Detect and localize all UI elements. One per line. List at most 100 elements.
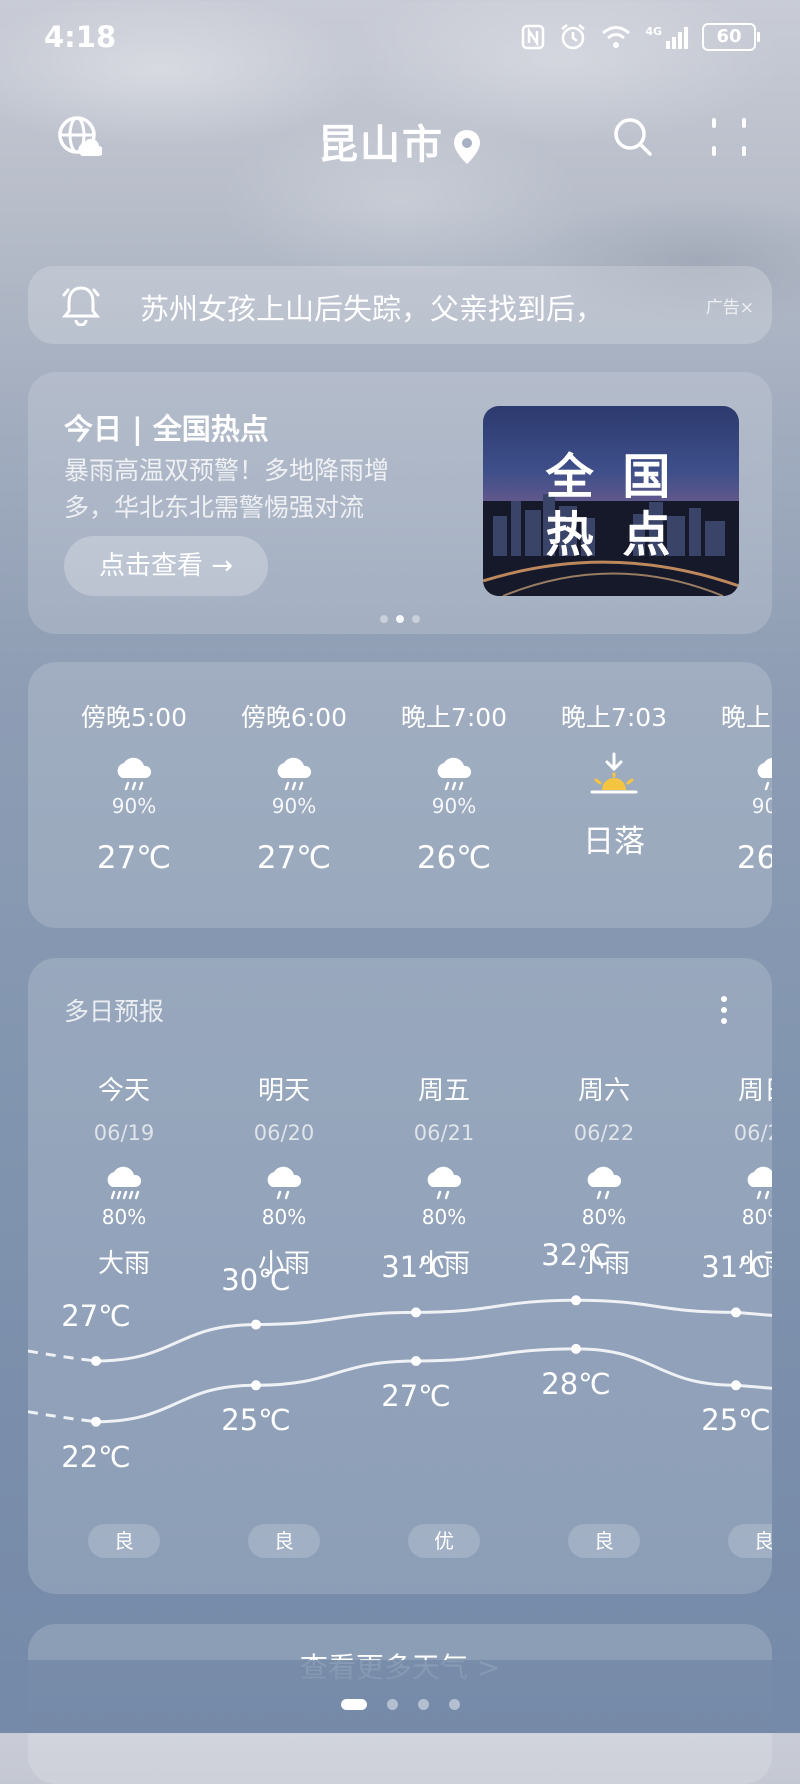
high-temp-point: [251, 1319, 261, 1330]
carousel-dots: [28, 608, 772, 627]
battery-icon: 60: [702, 23, 760, 51]
high-temp-point: [571, 1295, 581, 1306]
location-pin-icon: [454, 130, 480, 164]
rain-cloud-icon: [437, 757, 472, 791]
hour-temp: 日落: [583, 824, 645, 860]
hour-precip: 90%: [431, 794, 477, 818]
search-icon[interactable]: [612, 116, 654, 158]
hour-item[interactable]: 傍晚5:00 90% 27℃: [54, 698, 214, 876]
low-temp-label: 22℃: [61, 1439, 131, 1474]
city-name: 昆山市: [318, 122, 444, 168]
high-temp-point: [731, 1307, 741, 1318]
light-rain-icon: [587, 1166, 622, 1200]
view-button[interactable]: 点击查看 →: [64, 536, 268, 596]
high-temp-point: [91, 1356, 101, 1366]
day-date: 06/22: [573, 1121, 635, 1145]
rain-cloud-icon: [117, 757, 152, 791]
low-temp-point: [411, 1356, 421, 1366]
ad-close-label[interactable]: 广告×: [706, 293, 754, 318]
hour-time: 傍晚5:00: [80, 703, 188, 732]
day-date: 06/21: [413, 1121, 475, 1145]
more-options-icon[interactable]: [718, 994, 730, 1026]
low-temp-label: 25℃: [221, 1403, 291, 1438]
high-temp-label: 31℃: [381, 1250, 451, 1285]
light-rain-icon: [747, 1166, 772, 1200]
hour-time: 傍晚6:00: [240, 703, 348, 732]
low-temp-lead: [28, 1410, 97, 1424]
hot-title: 今日 | 全国热点: [64, 412, 269, 446]
aqi-badge[interactable]: 良: [728, 1524, 772, 1558]
day-date: 06/19: [93, 1121, 155, 1145]
news-headline[interactable]: 苏州女孩上山后失踪，父亲找到后，: [140, 286, 680, 328]
hour-precip: 90%: [111, 794, 157, 818]
city-title[interactable]: 昆山市: [0, 112, 800, 170]
high-temp-label: 32℃: [541, 1238, 611, 1273]
day-precip: 80%: [261, 1205, 307, 1229]
hour-item[interactable]: 晚上8:00 90% 26℃: [694, 698, 772, 876]
day-name: 周日: [737, 1076, 772, 1106]
low-temp-label: 28℃: [541, 1366, 611, 1401]
rain-cloud-icon: [277, 757, 312, 791]
day-item[interactable]: 周日 06/23 80% 小雨: [684, 1070, 772, 1280]
aqi-badge[interactable]: 良: [568, 1524, 640, 1558]
aqi-badge[interactable]: 优: [408, 1524, 480, 1558]
day-name: 周六: [577, 1076, 630, 1106]
hot-topics-card[interactable]: 今日 | 全国热点 暴雨高温双预警！多地降雨增多，华北东北需警惕强对流 点击查看…: [28, 372, 772, 634]
heavy-rain-icon: [107, 1166, 142, 1200]
low-temp-point: [571, 1343, 581, 1354]
day-date: 06/20: [253, 1121, 315, 1145]
status-time: 4:18: [44, 20, 117, 54]
low-temp-label: 25℃: [701, 1403, 771, 1438]
hour-temp: 27℃: [96, 840, 172, 876]
rain-cloud-icon: [757, 757, 772, 791]
day-item[interactable]: 明天 06/20 80% 小雨: [204, 1070, 364, 1280]
day-item[interactable]: 今天 06/19 80% 大雨: [44, 1070, 204, 1280]
high-temp-line: [95, 1298, 772, 1363]
low-temp-point: [251, 1380, 261, 1391]
page-indicator: [0, 1694, 800, 1713]
light-rain-icon: [427, 1166, 462, 1200]
high-temp-label: 31℃: [701, 1250, 771, 1285]
hour-temp: 27℃: [256, 840, 332, 876]
aqi-badge[interactable]: 良: [248, 1524, 320, 1558]
hour-precip: 90%: [271, 794, 317, 818]
hour-item[interactable]: 晚上7:00 90% 26℃: [374, 698, 534, 876]
hour-item[interactable]: 晚上7:03 日落: [534, 698, 694, 861]
day-precip: 80%: [101, 1205, 147, 1229]
day-date: 06/23: [733, 1121, 772, 1145]
hour-time: 晚上7:00: [400, 703, 508, 732]
day-precip: 80%: [421, 1205, 467, 1229]
news-ticker[interactable]: 苏州女孩上山后失踪，父亲找到后， 广告×: [28, 266, 772, 344]
high-temp-label: 30℃: [221, 1262, 291, 1297]
status-bar: 4:18 4G 60: [0, 0, 800, 76]
hot-image-text: 全 国 热 点: [545, 449, 677, 563]
low-temp-point: [91, 1416, 101, 1427]
status-icons: 4G 60: [521, 22, 760, 52]
light-rain-icon: [267, 1166, 302, 1200]
hour-precip: 90%: [751, 794, 772, 818]
hour-time: 晚上7:03: [560, 703, 668, 732]
hour-item[interactable]: 傍晚6:00 90% 27℃: [214, 698, 374, 876]
day-name: 明天: [257, 1076, 310, 1106]
hour-time: 晚上8:00: [720, 703, 772, 732]
hourly-forecast[interactable]: 傍晚5:00 90% 27℃ 傍晚6:00 90% 27℃ 晚上7:00 90%…: [28, 662, 772, 928]
hot-description: 暴雨高温双预警！多地降雨增多，华北东北需警惕强对流: [64, 456, 390, 522]
sunset-icon: [590, 752, 638, 794]
alarm-icon: [561, 24, 586, 50]
day-precip: 80%: [741, 1205, 772, 1229]
low-temp-label: 27℃: [381, 1379, 451, 1413]
day-precip: 80%: [581, 1205, 627, 1229]
expand-icon[interactable]: [708, 116, 750, 158]
hot-image[interactable]: 全 国 热 点: [483, 406, 739, 596]
cellular-signal-icon: 4G: [645, 25, 688, 49]
high-temp-label: 27℃: [61, 1299, 131, 1333]
daily-forecast-title: 多日预报: [64, 997, 165, 1026]
bell-icon: [62, 286, 100, 326]
hour-temp: 26℃: [416, 840, 492, 876]
aqi-badge[interactable]: 良: [88, 1524, 160, 1558]
nfc-icon: [522, 24, 545, 50]
low-temp-point: [731, 1380, 741, 1391]
daily-forecast[interactable]: 多日预报 今天 06/19 80% 大雨 明天 06/20 80% 小雨 周五 …: [28, 958, 772, 1594]
high-temp-point: [411, 1307, 421, 1318]
network-type: 4G: [645, 25, 662, 38]
